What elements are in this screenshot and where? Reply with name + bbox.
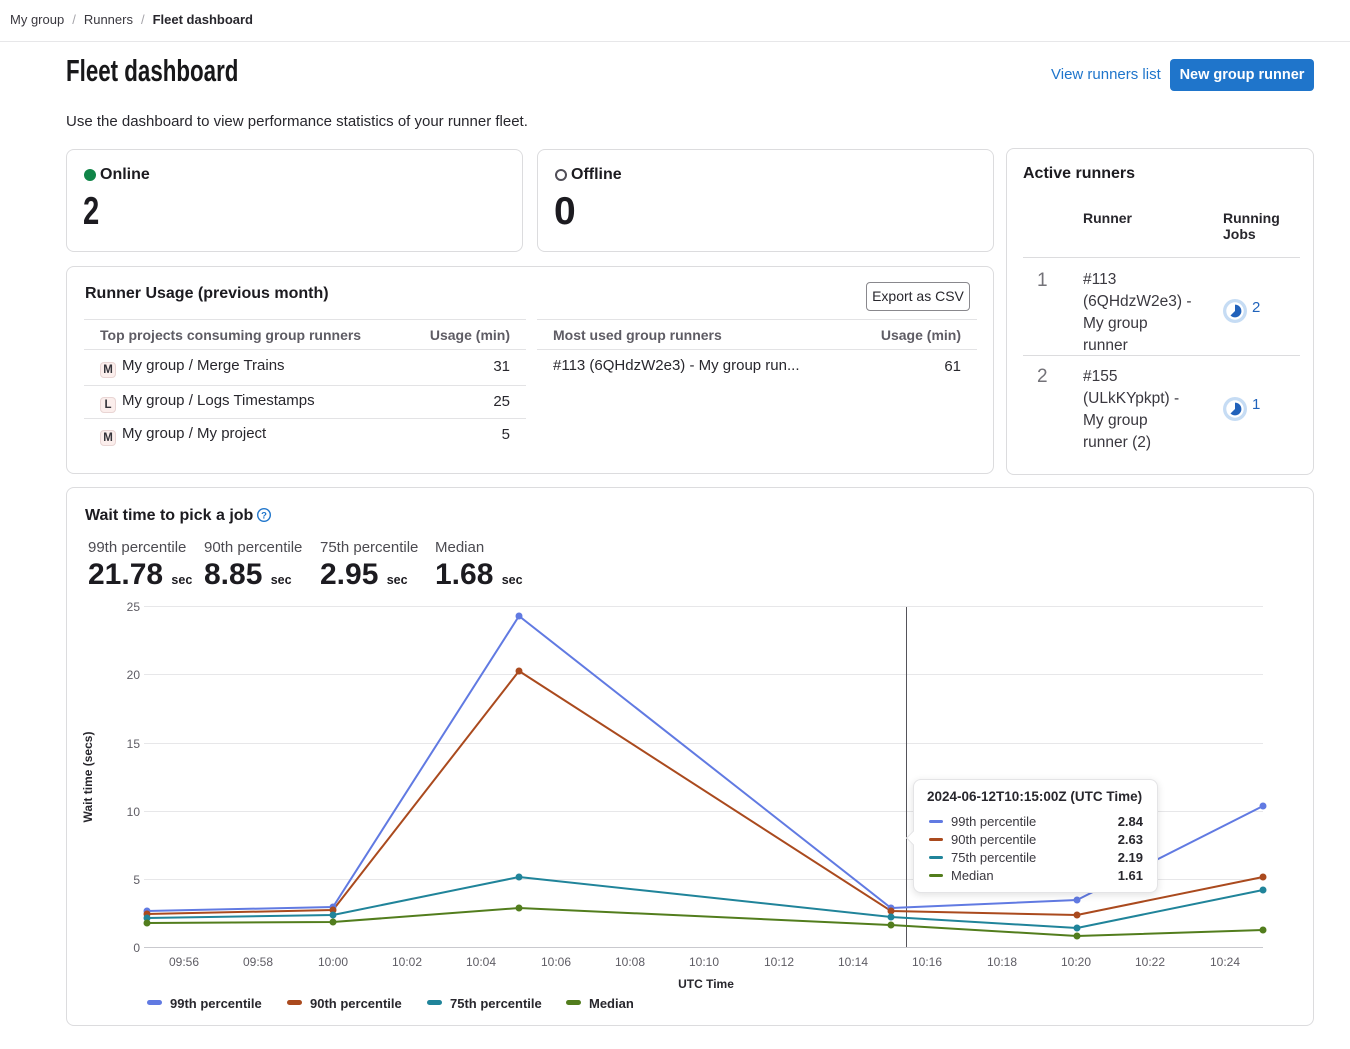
svg-text:09:58: 09:58 (243, 955, 273, 969)
svg-text:15: 15 (127, 737, 141, 751)
svg-text:10:00: 10:00 (318, 955, 348, 969)
svg-text:0: 0 (133, 941, 140, 955)
svg-text:10:24: 10:24 (1210, 955, 1240, 969)
svg-text:Median: Median (589, 996, 634, 1011)
svg-text:20: 20 (127, 668, 141, 682)
svg-text:10:02: 10:02 (392, 955, 422, 969)
svg-text:10:16: 10:16 (912, 955, 942, 969)
svg-text:Wait time (secs): Wait time (secs) (81, 732, 95, 823)
svg-text:10:12: 10:12 (764, 955, 794, 969)
svg-text:10:04: 10:04 (466, 955, 496, 969)
svg-text:10:14: 10:14 (838, 955, 868, 969)
svg-text:10:20: 10:20 (1061, 955, 1091, 969)
svg-text:UTC Time: UTC Time (678, 977, 734, 991)
svg-text:5: 5 (133, 873, 140, 887)
svg-text:10:10: 10:10 (689, 955, 719, 969)
svg-text:10:18: 10:18 (987, 955, 1017, 969)
svg-text:10:08: 10:08 (615, 955, 645, 969)
svg-text:25: 25 (127, 600, 141, 614)
svg-text:90th percentile: 90th percentile (310, 996, 402, 1011)
svg-text:75th percentile: 75th percentile (450, 996, 542, 1011)
svg-text:10: 10 (127, 805, 141, 819)
svg-text:09:56: 09:56 (169, 955, 199, 969)
svg-text:10:06: 10:06 (541, 955, 571, 969)
svg-text:99th percentile: 99th percentile (170, 996, 262, 1011)
svg-text:10:22: 10:22 (1135, 955, 1165, 969)
